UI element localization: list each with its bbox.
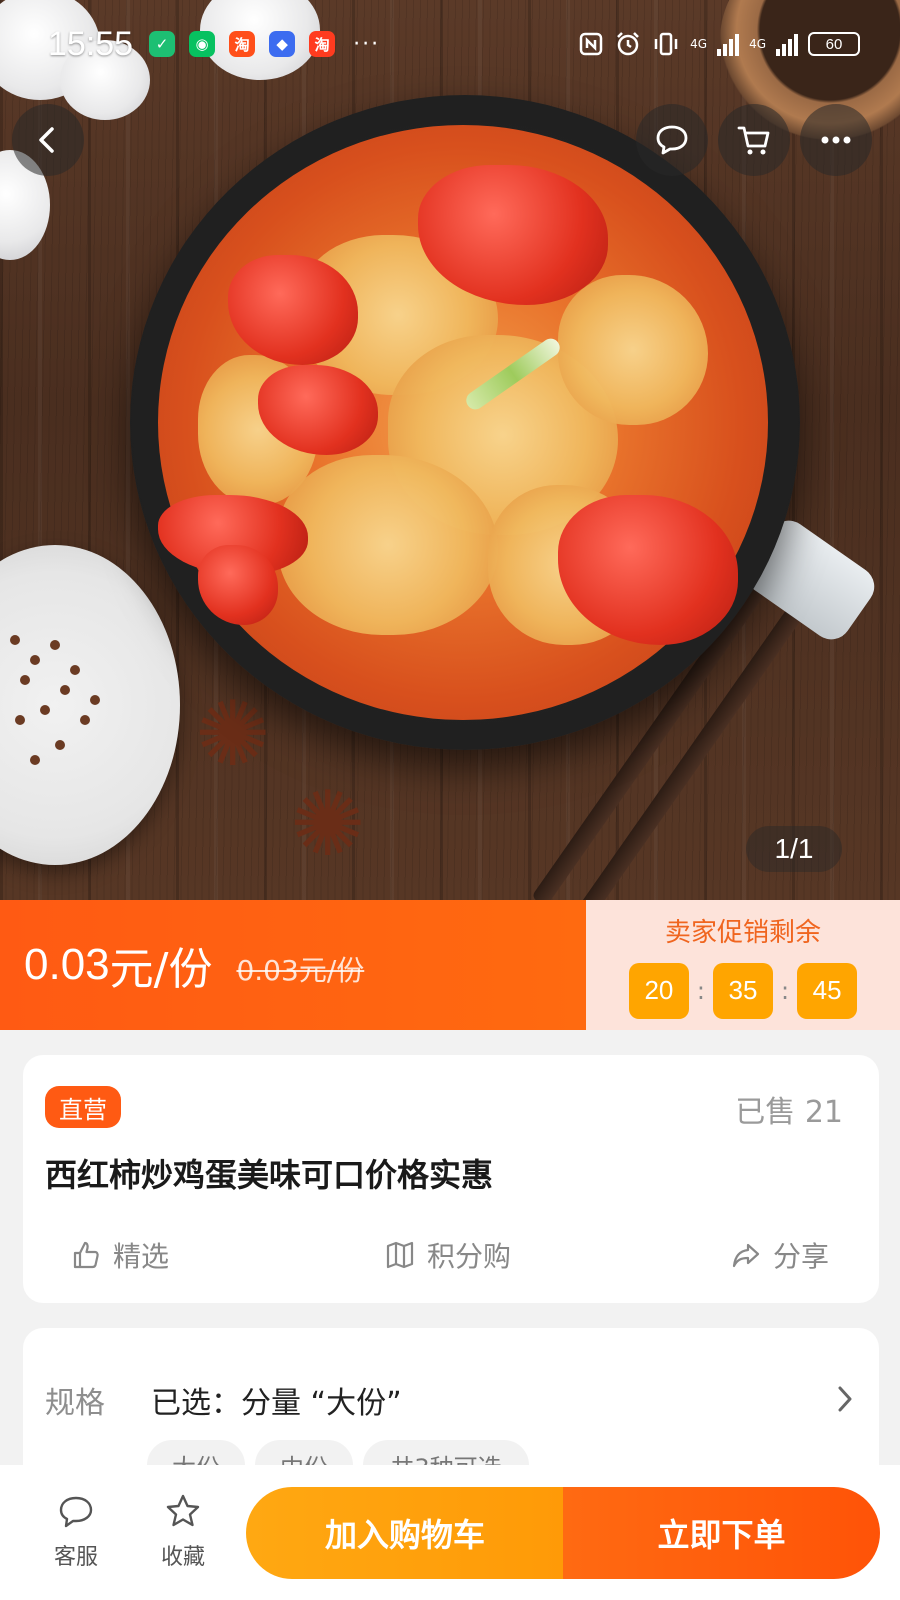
countdown-separator: : [781,976,790,1005]
cart-button[interactable] [718,104,790,176]
favorite-label: 收藏 [160,1545,205,1570]
direct-sale-badge: 直营 [45,1086,121,1128]
blue-app-icon: ◆ [269,31,296,57]
thumbs-up-icon [73,1241,99,1269]
buy-now-button[interactable]: 立即下单 [563,1487,880,1579]
product-title: 西红柿炒鸡蛋美味可口价格实惠 [45,1156,494,1194]
shopping-cart-icon [737,126,770,155]
spec-selector[interactable]: 规格 已选：分量 “大份” 大份 中份 共3种可选 [23,1328,879,1490]
customer-service-button[interactable]: 客服 [36,1493,116,1571]
more-button[interactable] [800,104,872,176]
featured-label: 精选 [113,1240,170,1273]
product-info-card: 直营 已售 21 西红柿炒鸡蛋美味可口价格实惠 精选 积分购 分享 [23,1055,879,1303]
promo-countdown: 卖家促销剩余 20 : 35 : 45 [586,900,900,1030]
vibrate-icon [654,32,678,56]
more-notifications-icon: ··· [353,31,381,57]
favorite-button[interactable]: 收藏 [143,1493,223,1571]
network-type-1: 4G [690,37,708,51]
product-actions: 精选 积分购 分享 [23,1225,879,1285]
countdown-hours: 20 [628,962,689,1019]
spec-selected-value: 已选：分量 “大份” [151,1386,402,1421]
bottom-action-bar: 客服 收藏 加入购物车 立即下单 [0,1465,900,1600]
back-button[interactable] [12,104,84,176]
add-to-cart-button[interactable]: 加入购物车 [246,1487,564,1579]
signal-icon [717,32,740,56]
wechat-icon: ◉ [189,31,216,57]
tomato-egg-dish [158,125,768,720]
nfc-icon [579,32,603,56]
star-anise: ✺ [195,682,271,787]
price-section: 0.03 元/份 0.03元/份 [0,900,586,1030]
image-page-indicator: 1/1 [746,826,842,872]
more-dots-icon [821,136,851,144]
star-icon [166,1494,200,1527]
chevron-left-icon [39,127,54,153]
battery-icon: 60 [808,32,860,56]
countdown-minutes: 35 [713,962,773,1019]
star-anise: ✺ [290,772,366,877]
taobao-special-icon: 淘 [229,31,256,57]
points-purchase-button[interactable]: 积分购 [385,1235,511,1275]
price-unit: 元/份 [109,944,213,995]
message-button[interactable] [636,104,708,176]
signal-icon [776,32,798,56]
spec-label: 规格 [45,1386,105,1421]
bowl [130,95,800,750]
current-price: 0.03 [24,940,110,989]
chat-bubble-icon [656,125,688,155]
book-icon [386,1241,414,1269]
sold-count: 已售 21 [735,1095,843,1130]
featured-button[interactable]: 精选 [71,1235,169,1275]
chevron-right-icon [838,1386,852,1412]
taobao-icon: 淘 [309,31,336,57]
customer-service-label: 客服 [53,1545,98,1570]
price-banner: 0.03 元/份 0.03元/份 卖家促销剩余 20 : 35 : 45 [0,900,900,1030]
share-icon [732,1243,760,1268]
status-time: 15:55 [48,24,134,63]
status-bar: 15:55 ✓ ◉ 淘 ◆ 淘 ··· 4G 4G 60 [0,20,900,68]
original-price: 0.03元/份 [236,954,365,987]
share-button[interactable]: 分享 [731,1235,829,1275]
promo-title: 卖家促销剩余 [664,917,821,948]
chat-bubble-icon [59,1496,93,1528]
points-purchase-label: 积分购 [427,1240,512,1273]
countdown-seconds: 45 [797,962,858,1019]
share-label: 分享 [773,1240,830,1273]
countdown-timer: 20 : 35 : 45 [628,962,858,1019]
alarm-icon [617,32,640,56]
network-type-2: 4G [749,37,766,51]
countdown-separator: : [696,976,705,1005]
security-app-icon: ✓ [149,31,176,57]
